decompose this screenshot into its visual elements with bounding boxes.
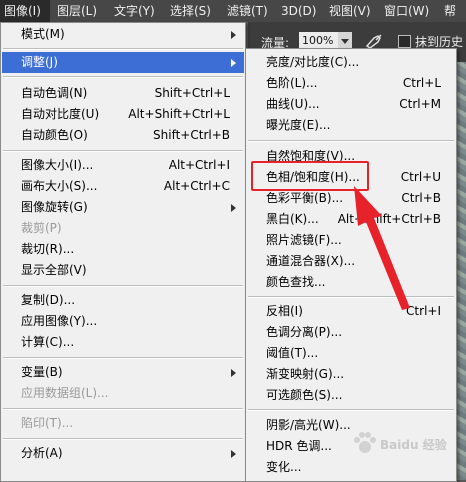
menu-item-label: 色彩平衡(B)... bbox=[266, 191, 344, 205]
menu-separator bbox=[3, 48, 243, 50]
menu-item-label: 显示全部(V) bbox=[21, 263, 87, 277]
menu-bar: 图像(I) 图层(L) 文字(Y) 选择(S) 滤镜(T) 3D(D) 视图(V… bbox=[0, 0, 466, 22]
menu-item-auto-contrast[interactable]: 自动对比度(U) Alt+Shift+Ctrl+L bbox=[2, 104, 244, 125]
menu-item-crop: 裁剪(P) bbox=[2, 218, 244, 239]
submenu-arrow-icon bbox=[231, 31, 236, 39]
menu-separator bbox=[3, 438, 243, 440]
menu-item-label: 裁切(R)... bbox=[21, 242, 75, 256]
submenu-arrow-icon bbox=[231, 369, 236, 377]
menu-item-shortcut: Shift+Ctrl+B bbox=[153, 128, 230, 142]
menu-item-label: 亮度/对比度(C)... bbox=[266, 55, 360, 69]
paw-logo-icon bbox=[354, 432, 376, 453]
watermark-text: Baidu 经验 bbox=[380, 438, 447, 452]
menu-item-trap: 陷印(T)... bbox=[2, 413, 244, 434]
submenu-arrow-icon bbox=[231, 204, 236, 212]
menu-separator bbox=[3, 150, 243, 152]
menu-image[interactable]: 图像(I) bbox=[0, 0, 50, 22]
menu-item-posterize[interactable]: 色调分离(P)... bbox=[247, 322, 455, 343]
erase-history-checkbox[interactable] bbox=[398, 35, 411, 48]
menu-item-calculations[interactable]: 计算(C)... bbox=[2, 332, 244, 353]
menu-item-threshold[interactable]: 阈值(T)... bbox=[247, 343, 455, 364]
menu-item-auto-color[interactable]: 自动颜色(O) Shift+Ctrl+B bbox=[2, 125, 244, 146]
submenu-arrow-icon bbox=[231, 59, 236, 67]
menu-item-label: HDR 色调... bbox=[266, 439, 332, 453]
menu-filter[interactable]: 滤镜(T) bbox=[227, 0, 268, 22]
menu-item-mode[interactable]: 模式(M) bbox=[2, 24, 244, 45]
menu-item-label: 调整(J) bbox=[21, 55, 58, 69]
menu-item-label: 可选颜色(S)... bbox=[266, 388, 343, 402]
menu-item-apply-data-set: 应用数据组(L)... bbox=[2, 383, 244, 404]
menu-view[interactable]: 视图(V) bbox=[329, 0, 371, 22]
menu-item-label: 应用数据组(L)... bbox=[21, 386, 109, 400]
menu-item-label: 图像大小(I)... bbox=[21, 158, 94, 172]
menu-item-label: 分析(A) bbox=[21, 446, 63, 460]
menu-item-label: 阈值(T)... bbox=[266, 346, 319, 360]
menu-layer[interactable]: 图层(L) bbox=[57, 0, 97, 22]
menu-item-shortcut: Shift+Ctrl+L bbox=[154, 86, 230, 100]
menu-item-label: 照片滤镜(F)... bbox=[266, 233, 342, 247]
menu-item-brightness-contrast[interactable]: 亮度/对比度(C)... bbox=[247, 52, 455, 73]
annotation-arrow-icon bbox=[354, 186, 410, 310]
menu-help[interactable]: 帮 bbox=[444, 0, 456, 22]
menu-3d[interactable]: 3D(D) bbox=[281, 0, 316, 22]
menu-item-label: 变化... bbox=[266, 460, 302, 474]
watermark: Baidu 经验 bbox=[352, 424, 462, 464]
menu-item-label: 模式(M) bbox=[21, 27, 65, 41]
menu-item-label: 图像旋转(G) bbox=[21, 200, 88, 214]
menu-item-label: 色调分离(P)... bbox=[266, 325, 343, 339]
menu-item-shortcut: Ctrl+M bbox=[399, 97, 441, 111]
menu-separator bbox=[3, 285, 243, 287]
menu-item-shortcut: Alt+Ctrl+C bbox=[163, 179, 230, 193]
menu-item-label: 色阶(L)... bbox=[266, 76, 318, 90]
menu-item-selective-color[interactable]: 可选颜色(S)... bbox=[247, 385, 455, 406]
menu-item-label: 颜色查找... bbox=[266, 275, 326, 289]
menu-item-apply-image[interactable]: 应用图像(Y)... bbox=[2, 311, 244, 332]
menu-item-label: 计算(C)... bbox=[21, 335, 75, 349]
menu-item-adjustments[interactable]: 调整(J) bbox=[2, 52, 244, 73]
menu-item-label: 自动颜色(O) bbox=[21, 128, 88, 142]
menu-item-label: 黑白(K)... bbox=[266, 212, 319, 226]
menu-item-label: 画布大小(S)... bbox=[21, 179, 98, 193]
submenu-arrow-icon bbox=[231, 450, 236, 458]
menu-item-canvas-size[interactable]: 画布大小(S)... Alt+Ctrl+C bbox=[2, 176, 244, 197]
menu-item-image-size[interactable]: 图像大小(I)... Alt+Ctrl+I bbox=[2, 155, 244, 176]
menu-item-analysis[interactable]: 分析(A) bbox=[2, 443, 244, 464]
menu-item-label: 自动对比度(U) bbox=[21, 107, 100, 121]
menu-item-gradient-map[interactable]: 渐变映射(G)... bbox=[247, 364, 455, 385]
menu-item-shortcut: Alt+Shift+Ctrl+L bbox=[128, 107, 230, 121]
menu-separator bbox=[3, 357, 243, 359]
menu-item-shortcut: Alt+Ctrl+I bbox=[168, 158, 230, 172]
menu-item-label: 阴影/高光(W)... bbox=[266, 418, 351, 432]
menu-select[interactable]: 选择(S) bbox=[170, 0, 211, 22]
menu-item-curves[interactable]: 曲线(U)... Ctrl+M bbox=[247, 94, 455, 115]
menu-item-reveal-all[interactable]: 显示全部(V) bbox=[2, 260, 244, 281]
menu-item-auto-tone[interactable]: 自动色调(N) Shift+Ctrl+L bbox=[2, 83, 244, 104]
menu-item-image-rotation[interactable]: 图像旋转(G) bbox=[2, 197, 244, 218]
image-menu: 模式(M) 调整(J) 自动色调(N) Shift+Ctrl+L 自动对比度(U)… bbox=[0, 22, 246, 482]
menu-window[interactable]: 窗口(W) bbox=[384, 0, 429, 22]
menu-separator bbox=[3, 76, 243, 78]
menu-type[interactable]: 文字(Y) bbox=[114, 0, 155, 22]
menu-item-variables[interactable]: 变量(B) bbox=[2, 362, 244, 383]
menu-separator bbox=[3, 408, 243, 410]
menu-item-label: 曝光度(E)... bbox=[266, 118, 331, 132]
menu-item-exposure[interactable]: 曝光度(E)... bbox=[247, 115, 455, 136]
menu-item-label: 裁剪(P) bbox=[21, 221, 62, 235]
menu-separator bbox=[248, 140, 454, 142]
menu-item-trim[interactable]: 裁切(R)... bbox=[2, 239, 244, 260]
menu-item-label: 反相(I) bbox=[266, 304, 303, 318]
menu-item-shortcut: Ctrl+L bbox=[402, 76, 441, 90]
menu-item-label: 复制(D)... bbox=[21, 293, 76, 307]
menu-item-duplicate[interactable]: 复制(D)... bbox=[2, 290, 244, 311]
menu-separator bbox=[248, 409, 454, 411]
menu-item-label: 变量(B) bbox=[21, 365, 63, 379]
menu-item-label: 自动色调(N) bbox=[21, 86, 88, 100]
menu-item-levels[interactable]: 色阶(L)... Ctrl+L bbox=[247, 73, 455, 94]
menu-item-label: 渐变映射(G)... bbox=[266, 367, 345, 381]
menu-item-label: 应用图像(Y)... bbox=[21, 314, 98, 328]
menu-item-label: 陷印(T)... bbox=[21, 416, 74, 430]
menu-item-label: 曲线(U)... bbox=[266, 97, 320, 111]
